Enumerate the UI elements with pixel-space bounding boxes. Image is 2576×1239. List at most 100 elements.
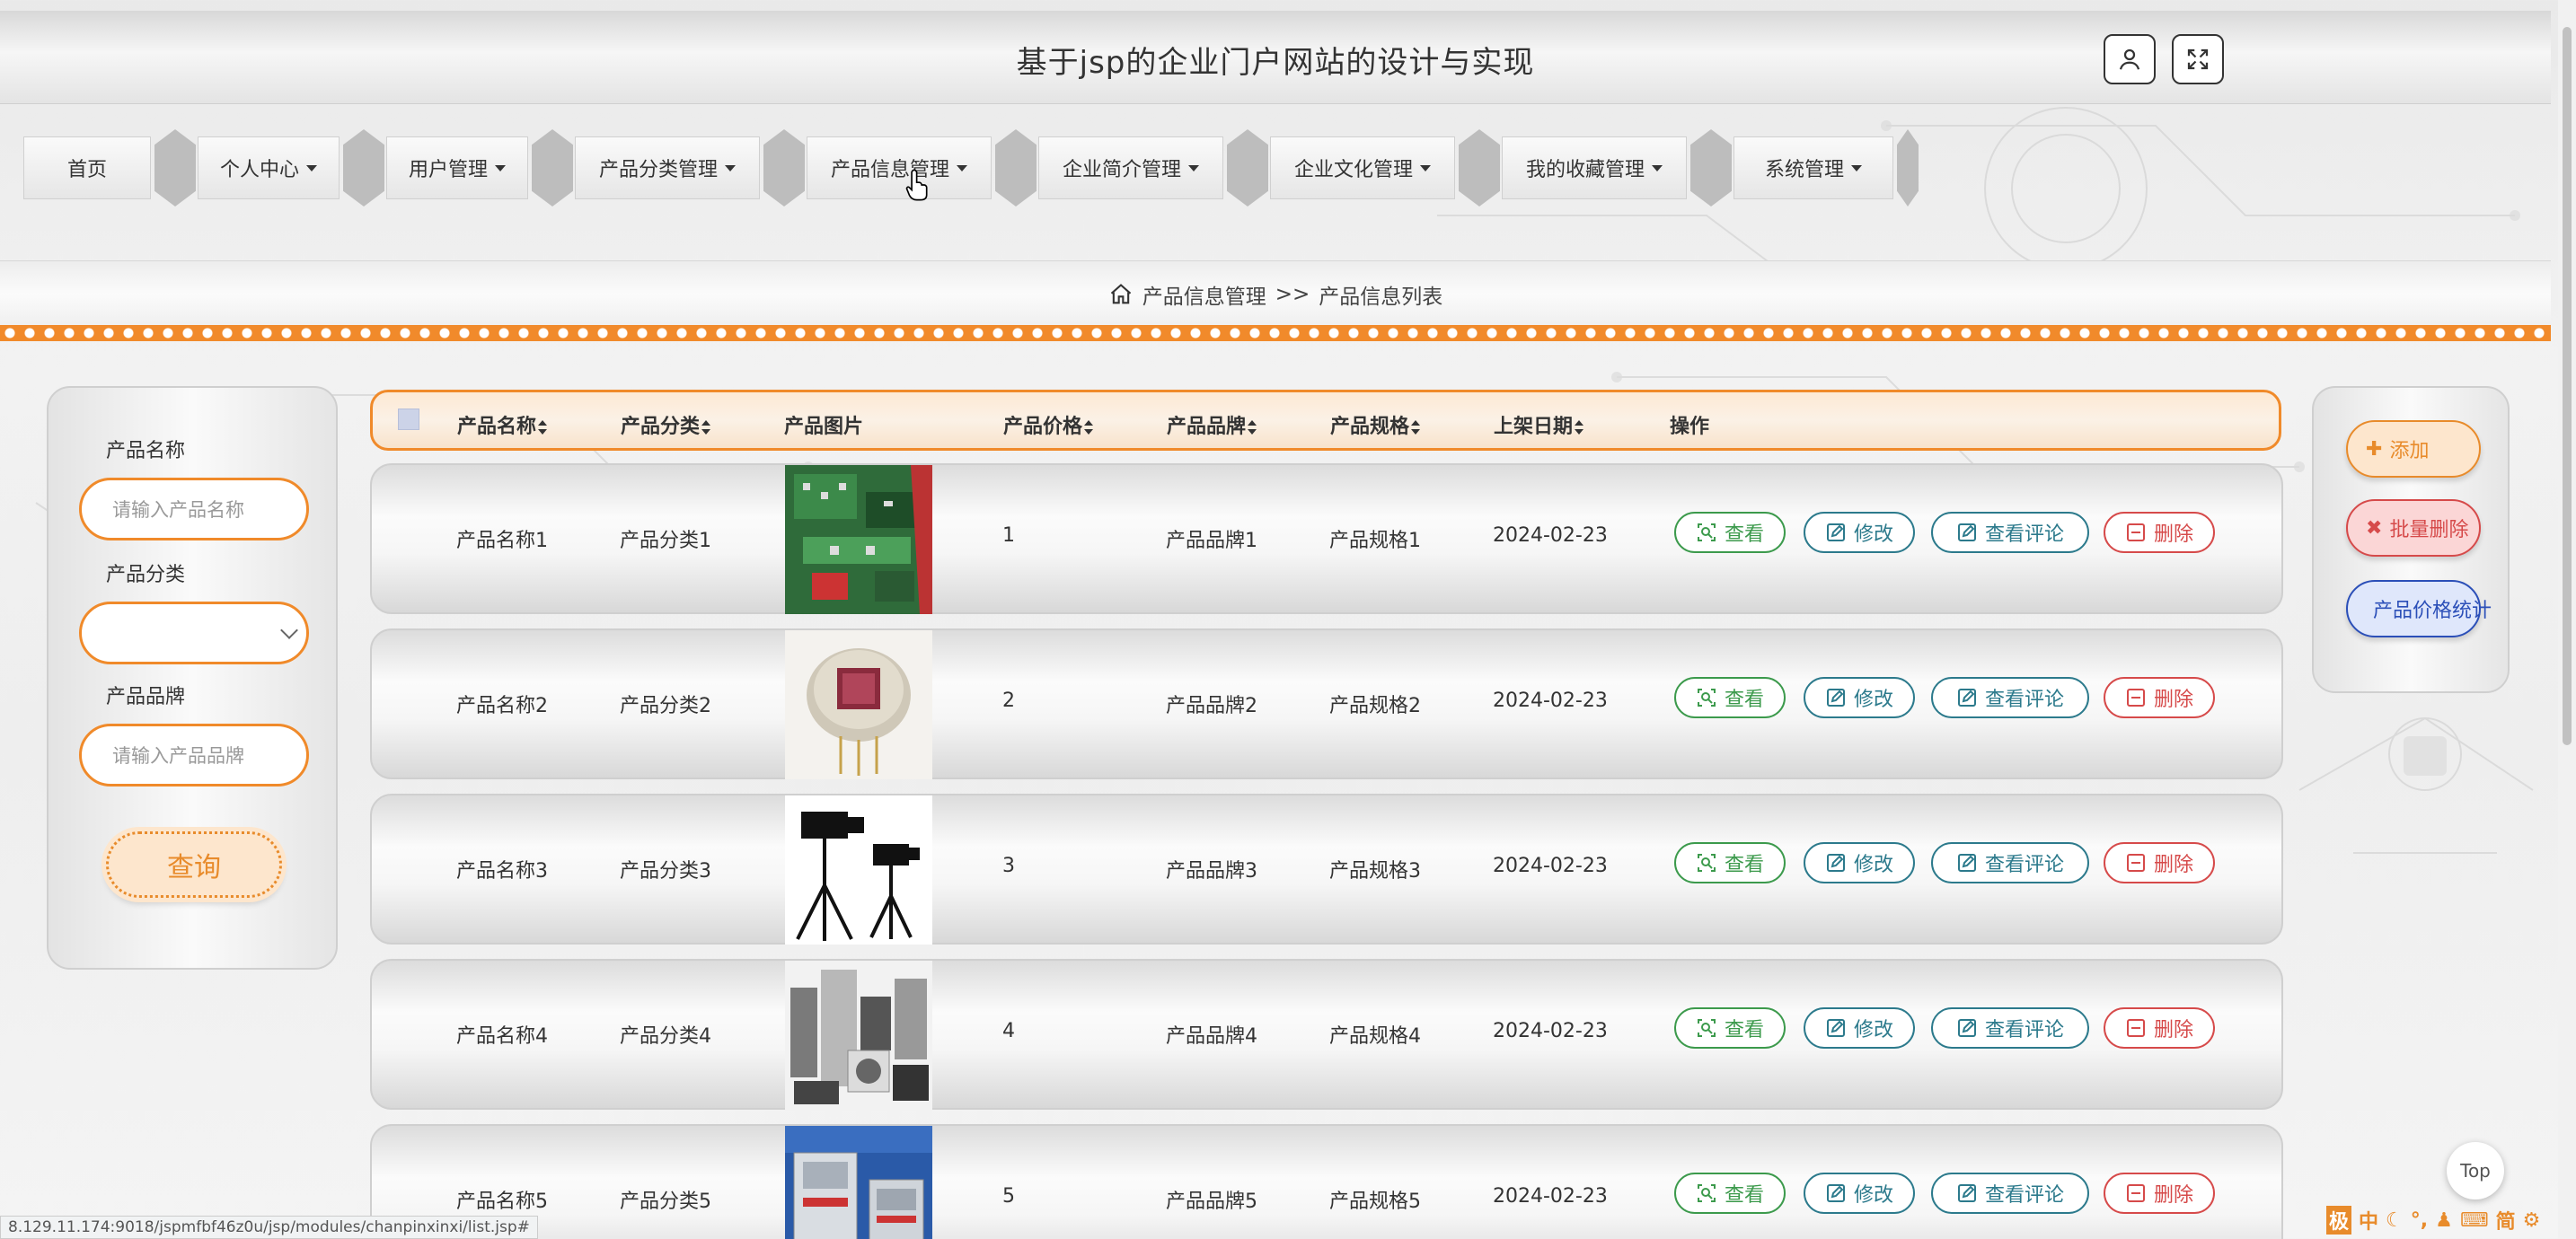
nav-category-management[interactable]: 产品分类管理 — [575, 136, 760, 199]
cell-brand: 产品品牌3 — [1166, 860, 1257, 883]
breadcrumb-bar: 产品信息管理 >> 产品信息列表 — [0, 260, 2551, 327]
col-header-price[interactable]: 产品价格 — [1003, 410, 1094, 439]
user-icon — [2119, 48, 2140, 70]
view-button[interactable]: 查看 — [1674, 512, 1786, 553]
col-header-spec[interactable]: 产品规格 — [1330, 410, 1421, 439]
edit-icon — [1957, 523, 1976, 541]
edit-icon — [1826, 1019, 1845, 1037]
cell-category: 产品分类3 — [620, 860, 711, 883]
delete-button[interactable]: 删除 — [2104, 1173, 2215, 1214]
col-header-date[interactable]: 上架日期 — [1494, 410, 1584, 439]
cell-spec: 产品规格4 — [1329, 1025, 1421, 1048]
edit-button[interactable]: 修改 — [1804, 677, 1915, 718]
view-comments-button[interactable]: 查看评论 — [1931, 1173, 2089, 1214]
user-icon[interactable]: ♟ — [2435, 1209, 2453, 1232]
moon-icon[interactable]: ☾ — [2386, 1209, 2404, 1232]
breadcrumb-separator: >> — [1275, 283, 1310, 306]
fullscreen-button[interactable] — [2172, 34, 2224, 84]
nav-company-intro-management[interactable]: 企业简介管理 — [1038, 136, 1223, 199]
cell-name: 产品名称5 — [456, 1191, 548, 1213]
product-name-input[interactable]: 请输入产品名称 — [79, 478, 309, 540]
edit-button[interactable]: 修改 — [1804, 512, 1915, 553]
edit-button[interactable]: 修改 — [1804, 1007, 1915, 1049]
delete-button[interactable]: 删除 — [2104, 842, 2215, 883]
view-button[interactable]: 查看 — [1674, 677, 1786, 718]
col-header-name[interactable]: 产品名称 — [457, 410, 548, 439]
delete-button[interactable]: 删除 — [2104, 677, 2215, 718]
view-comments-button[interactable]: 查看评论 — [1931, 677, 2089, 718]
col-header-category[interactable]: 产品分类 — [621, 410, 711, 439]
ime-charset[interactable]: 简 — [2496, 1206, 2516, 1235]
nav-product-management[interactable]: 产品信息管理 — [807, 136, 992, 199]
edit-icon — [1826, 1184, 1845, 1202]
nav-home[interactable]: 首页 — [23, 136, 151, 199]
view-comments-button[interactable]: 查看评论 — [1931, 842, 2089, 883]
view-icon — [1697, 689, 1716, 707]
back-to-top-button[interactable]: Top — [2447, 1142, 2504, 1199]
view-button[interactable]: 查看 — [1674, 1173, 1786, 1214]
cell-date: 2024-02-23 — [1493, 1185, 1608, 1208]
cell-brand: 产品品牌1 — [1166, 530, 1257, 552]
edit-icon — [1957, 1184, 1976, 1202]
breadcrumb-section[interactable]: 产品信息管理 — [1142, 279, 1266, 310]
user-profile-button[interactable] — [2104, 34, 2156, 84]
product-image[interactable] — [785, 795, 932, 945]
ime-mode[interactable]: 中 — [2359, 1206, 2378, 1235]
batch-delete-button[interactable]: ✖ 批量删除 — [2346, 499, 2481, 557]
select-all-checkbox[interactable] — [398, 409, 419, 430]
app-header: 基于jsp的企业门户网站的设计与实现 — [0, 11, 2551, 104]
cell-brand: 产品品牌2 — [1166, 695, 1257, 717]
plus-icon: ✚ — [2366, 437, 2383, 461]
cell-spec: 产品规格5 — [1329, 1191, 1421, 1213]
product-brand-input[interactable]: 请输入产品品牌 — [79, 724, 309, 786]
cell-price: 4 — [1002, 1020, 1015, 1042]
table-row: 产品名称2 产品分类2 2 产品品牌2 产品规格2 2024-02-23 查看 … — [370, 628, 2283, 779]
price-stats-button[interactable]: 产品价格统计 — [2346, 580, 2492, 637]
nav-separator — [763, 129, 805, 206]
cell-brand: 产品品牌5 — [1166, 1191, 1257, 1213]
cell-category: 产品分类5 — [620, 1191, 711, 1213]
nav-favorites-management[interactable]: 我的收藏管理 — [1502, 136, 1687, 199]
caret-down-icon — [1652, 164, 1663, 171]
edit-button[interactable]: 修改 — [1804, 842, 1915, 883]
col-header-brand[interactable]: 产品品牌 — [1167, 410, 1257, 439]
nav-user-management[interactable]: 用户管理 — [386, 136, 528, 199]
caret-down-icon — [306, 164, 317, 171]
nav-culture-management[interactable]: 企业文化管理 — [1270, 136, 1455, 199]
view-button[interactable]: 查看 — [1674, 842, 1786, 883]
edit-icon — [1957, 854, 1976, 872]
product-category-select[interactable] — [79, 602, 309, 664]
product-image[interactable] — [785, 465, 932, 614]
punctuation-icon[interactable]: °, — [2411, 1209, 2428, 1232]
view-comments-button[interactable]: 查看评论 — [1931, 1007, 2089, 1049]
product-image[interactable] — [785, 630, 932, 779]
sort-icon — [538, 420, 548, 435]
delete-button[interactable]: 删除 — [2104, 512, 2215, 553]
add-button[interactable]: ✚ 添加 — [2346, 420, 2481, 478]
caret-down-icon — [495, 164, 506, 171]
nav-separator — [1690, 129, 1732, 206]
query-button[interactable]: 查询 — [106, 831, 282, 898]
nav-system-management[interactable]: 系统管理 — [1734, 136, 1893, 199]
product-image[interactable] — [785, 961, 932, 1110]
view-comments-button[interactable]: 查看评论 — [1931, 512, 2089, 553]
nav-separator — [343, 129, 384, 206]
minus-square-icon — [2126, 523, 2145, 541]
vertical-scrollbar[interactable] — [2558, 0, 2576, 1239]
view-button[interactable]: 查看 — [1674, 1007, 1786, 1049]
cell-price: 1 — [1002, 524, 1015, 547]
breadcrumb-current: 产品信息列表 — [1319, 286, 1443, 309]
edit-button[interactable]: 修改 — [1804, 1173, 1915, 1214]
cell-category: 产品分类4 — [620, 1025, 711, 1048]
scrollbar-thumb[interactable] — [2563, 27, 2572, 745]
cell-spec: 产品规格3 — [1329, 860, 1421, 883]
product-image[interactable] — [785, 1126, 932, 1239]
nav-separator — [1897, 129, 1919, 206]
keyboard-icon[interactable]: ⌨ — [2460, 1209, 2489, 1232]
ime-logo[interactable]: 极 — [2326, 1206, 2352, 1235]
settings-icon[interactable]: ⚙ — [2523, 1209, 2541, 1232]
cell-price: 5 — [1002, 1185, 1015, 1208]
table-row: 产品名称4 产品分类4 4 产品品牌4 产品规格4 2024-02-23 查看 … — [370, 959, 2283, 1110]
delete-button[interactable]: 删除 — [2104, 1007, 2215, 1049]
nav-personal-center[interactable]: 个人中心 — [198, 136, 340, 199]
